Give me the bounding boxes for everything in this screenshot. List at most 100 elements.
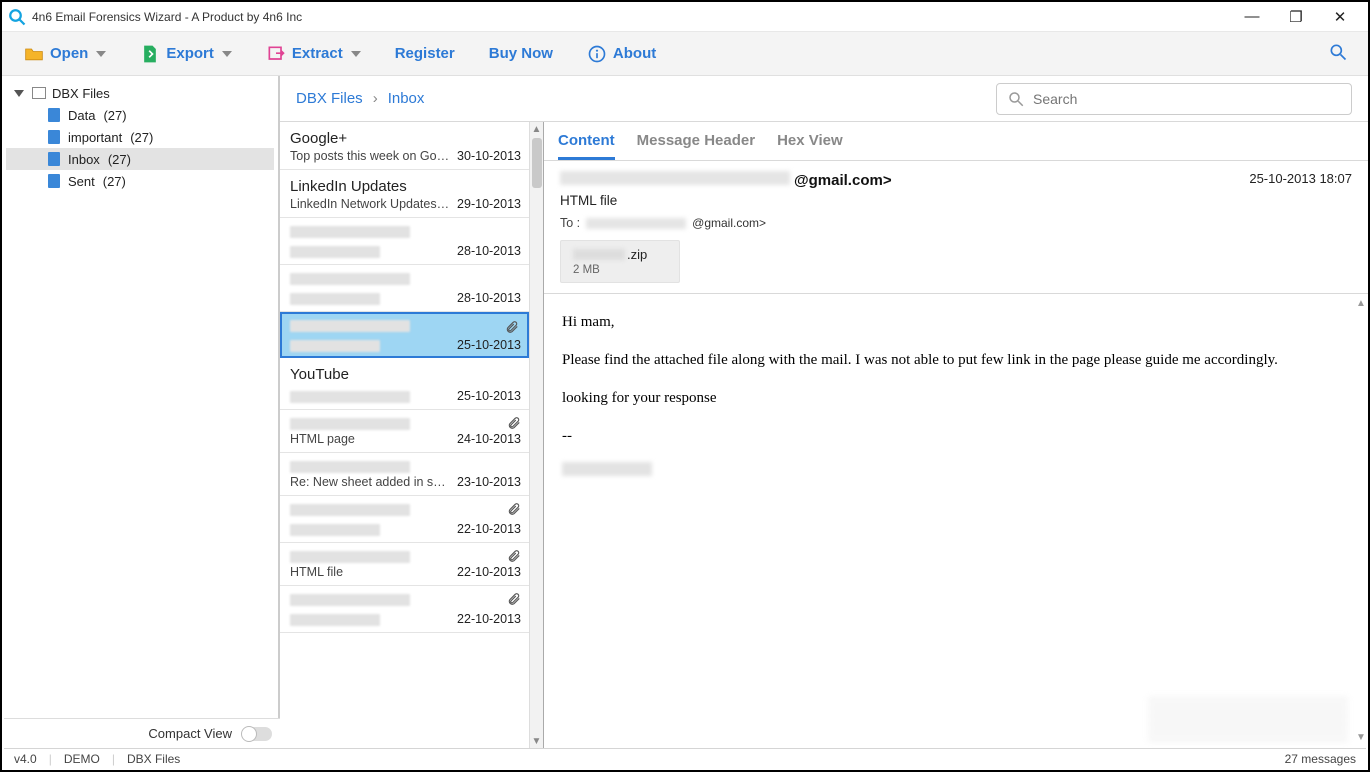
- redacted-text: [586, 218, 686, 229]
- folder-tree: DBX Files Data (27)important (27)Inbox (…: [2, 76, 280, 748]
- redacted-text: [290, 524, 380, 536]
- register-label: Register: [395, 45, 455, 62]
- message-subject: HTML file: [560, 193, 1352, 208]
- open-button[interactable]: Open: [14, 40, 116, 68]
- message-date: 25-10-2013: [457, 338, 521, 352]
- message-item[interactable]: Re: New sheet added in shared23-10-2013: [280, 453, 529, 496]
- attachment-size: 2 MB: [573, 264, 647, 276]
- breadcrumb-bar: DBX Files › Inbox: [280, 76, 1368, 122]
- expand-icon: [14, 90, 24, 97]
- message-subject: Re: New sheet added in shared: [290, 475, 450, 489]
- chevron-down-icon: [222, 51, 232, 57]
- attachment-icon: [507, 549, 521, 566]
- body-line: Hi mam,: [562, 310, 1350, 334]
- redacted-text: [290, 226, 410, 238]
- redacted-text: [290, 246, 380, 258]
- maximize-button[interactable]: ❐: [1274, 8, 1318, 26]
- message-from: Google+: [290, 130, 450, 147]
- status-bar: v4.0 | DEMO | DBX Files 27 messages: [4, 748, 1366, 768]
- breadcrumb-root: DBX Files: [296, 90, 363, 107]
- tree-item-count: (27): [108, 152, 131, 167]
- redacted-text: [560, 171, 790, 185]
- tree-item-important[interactable]: important (27): [6, 126, 274, 148]
- close-button[interactable]: ✕: [1318, 8, 1362, 26]
- message-date: 28-10-2013: [457, 291, 521, 305]
- tree-root-label: DBX Files: [52, 86, 110, 101]
- chevron-down-icon: [96, 51, 106, 57]
- tree-root[interactable]: DBX Files: [6, 82, 274, 104]
- scroll-down-icon[interactable]: ▼: [530, 734, 544, 748]
- content-tabs: Content Message Header Hex View: [544, 122, 1368, 161]
- chevron-down-icon: [351, 51, 361, 57]
- message-item[interactable]: 22-10-2013: [280, 586, 529, 633]
- status-location: DBX Files: [127, 752, 180, 766]
- attachment-name: .zip: [573, 247, 647, 262]
- about-button[interactable]: About: [577, 40, 666, 68]
- to-suffix: @gmail.com>: [692, 216, 766, 230]
- message-item[interactable]: 28-10-2013: [280, 265, 529, 312]
- message-item[interactable]: YouTube25-10-2013: [280, 358, 529, 410]
- to-label: To :: [560, 216, 580, 230]
- message-date: 30-10-2013: [457, 149, 521, 163]
- extract-button[interactable]: Extract: [256, 40, 371, 68]
- file-icon: [48, 108, 60, 122]
- file-icon: [48, 130, 60, 144]
- tree-item-sent[interactable]: Sent (27): [6, 170, 274, 192]
- open-label: Open: [50, 45, 88, 62]
- toolbar-search-button[interactable]: [1328, 42, 1356, 65]
- attachment-chip[interactable]: .zip 2 MB: [560, 240, 680, 283]
- content-panel: Content Message Header Hex View @gmail.c…: [544, 122, 1368, 748]
- attachment-icon: [507, 502, 521, 519]
- minimize-button[interactable]: —: [1230, 8, 1274, 25]
- scrollbar[interactable]: ▲ ▼: [529, 122, 543, 748]
- redacted-text: [290, 293, 380, 305]
- message-item[interactable]: 22-10-2013: [280, 496, 529, 543]
- file-icon: [48, 152, 60, 166]
- tree-item-label: Sent: [68, 174, 95, 189]
- folder-open-icon: [24, 44, 44, 64]
- scroll-down-icon[interactable]: ▼: [1356, 730, 1366, 746]
- redacted-text: [290, 340, 380, 352]
- search-box[interactable]: [996, 83, 1352, 115]
- search-input[interactable]: [1033, 91, 1341, 107]
- message-item[interactable]: Google+ Top posts this week on Google 30-1…: [280, 122, 529, 170]
- breadcrumb[interactable]: DBX Files › Inbox: [296, 90, 424, 107]
- message-subject: Top posts this week on Google: [290, 149, 450, 163]
- redacted-text: [290, 273, 410, 285]
- message-item[interactable]: 28-10-2013: [280, 218, 529, 265]
- compact-view-toggle[interactable]: [242, 727, 272, 741]
- tree-item-label: important: [68, 130, 122, 145]
- redacted-text: [290, 614, 380, 626]
- scroll-thumb[interactable]: [532, 138, 542, 188]
- message-item[interactable]: 25-10-2013: [280, 312, 529, 358]
- register-button[interactable]: Register: [385, 41, 465, 66]
- message-list-panel: Google+ Top posts this week on Google 30-1…: [280, 122, 544, 748]
- message-item[interactable]: LinkedIn UpdatesLinkedIn Network Updates…: [280, 170, 529, 218]
- tab-message-header[interactable]: Message Header: [637, 132, 755, 160]
- message-date: 22-10-2013: [457, 565, 521, 579]
- message-item[interactable]: HTML file 22-10-2013: [280, 543, 529, 586]
- tab-content[interactable]: Content: [558, 132, 615, 160]
- about-label: About: [613, 45, 656, 62]
- scrollbar[interactable]: ▲ ▼: [1354, 294, 1368, 748]
- message-date: 25-10-2013: [457, 389, 521, 403]
- message-item[interactable]: HTML page24-10-2013: [280, 410, 529, 453]
- redacted-text: [290, 551, 410, 563]
- status-version: v4.0: [14, 752, 37, 766]
- attachment-icon: [505, 320, 519, 337]
- scroll-up-icon[interactable]: ▲: [1356, 296, 1366, 312]
- message-body: Hi mam, Please find the attached file al…: [544, 294, 1368, 748]
- search-icon: [1007, 90, 1025, 108]
- export-button[interactable]: Export: [130, 40, 242, 68]
- from-field: @gmail.com>: [560, 171, 892, 189]
- buy-now-button[interactable]: Buy Now: [479, 41, 563, 66]
- tab-hex-view[interactable]: Hex View: [777, 132, 843, 160]
- tree-item-inbox[interactable]: Inbox (27): [6, 148, 274, 170]
- redacted-text: [290, 594, 410, 606]
- watermark: [1148, 696, 1348, 742]
- message-subject: HTML file: [290, 565, 343, 579]
- breadcrumb-current: Inbox: [388, 90, 425, 107]
- tree-item-data[interactable]: Data (27): [6, 104, 274, 126]
- chevron-right-icon: ›: [373, 90, 378, 107]
- scroll-up-icon[interactable]: ▲: [530, 122, 544, 136]
